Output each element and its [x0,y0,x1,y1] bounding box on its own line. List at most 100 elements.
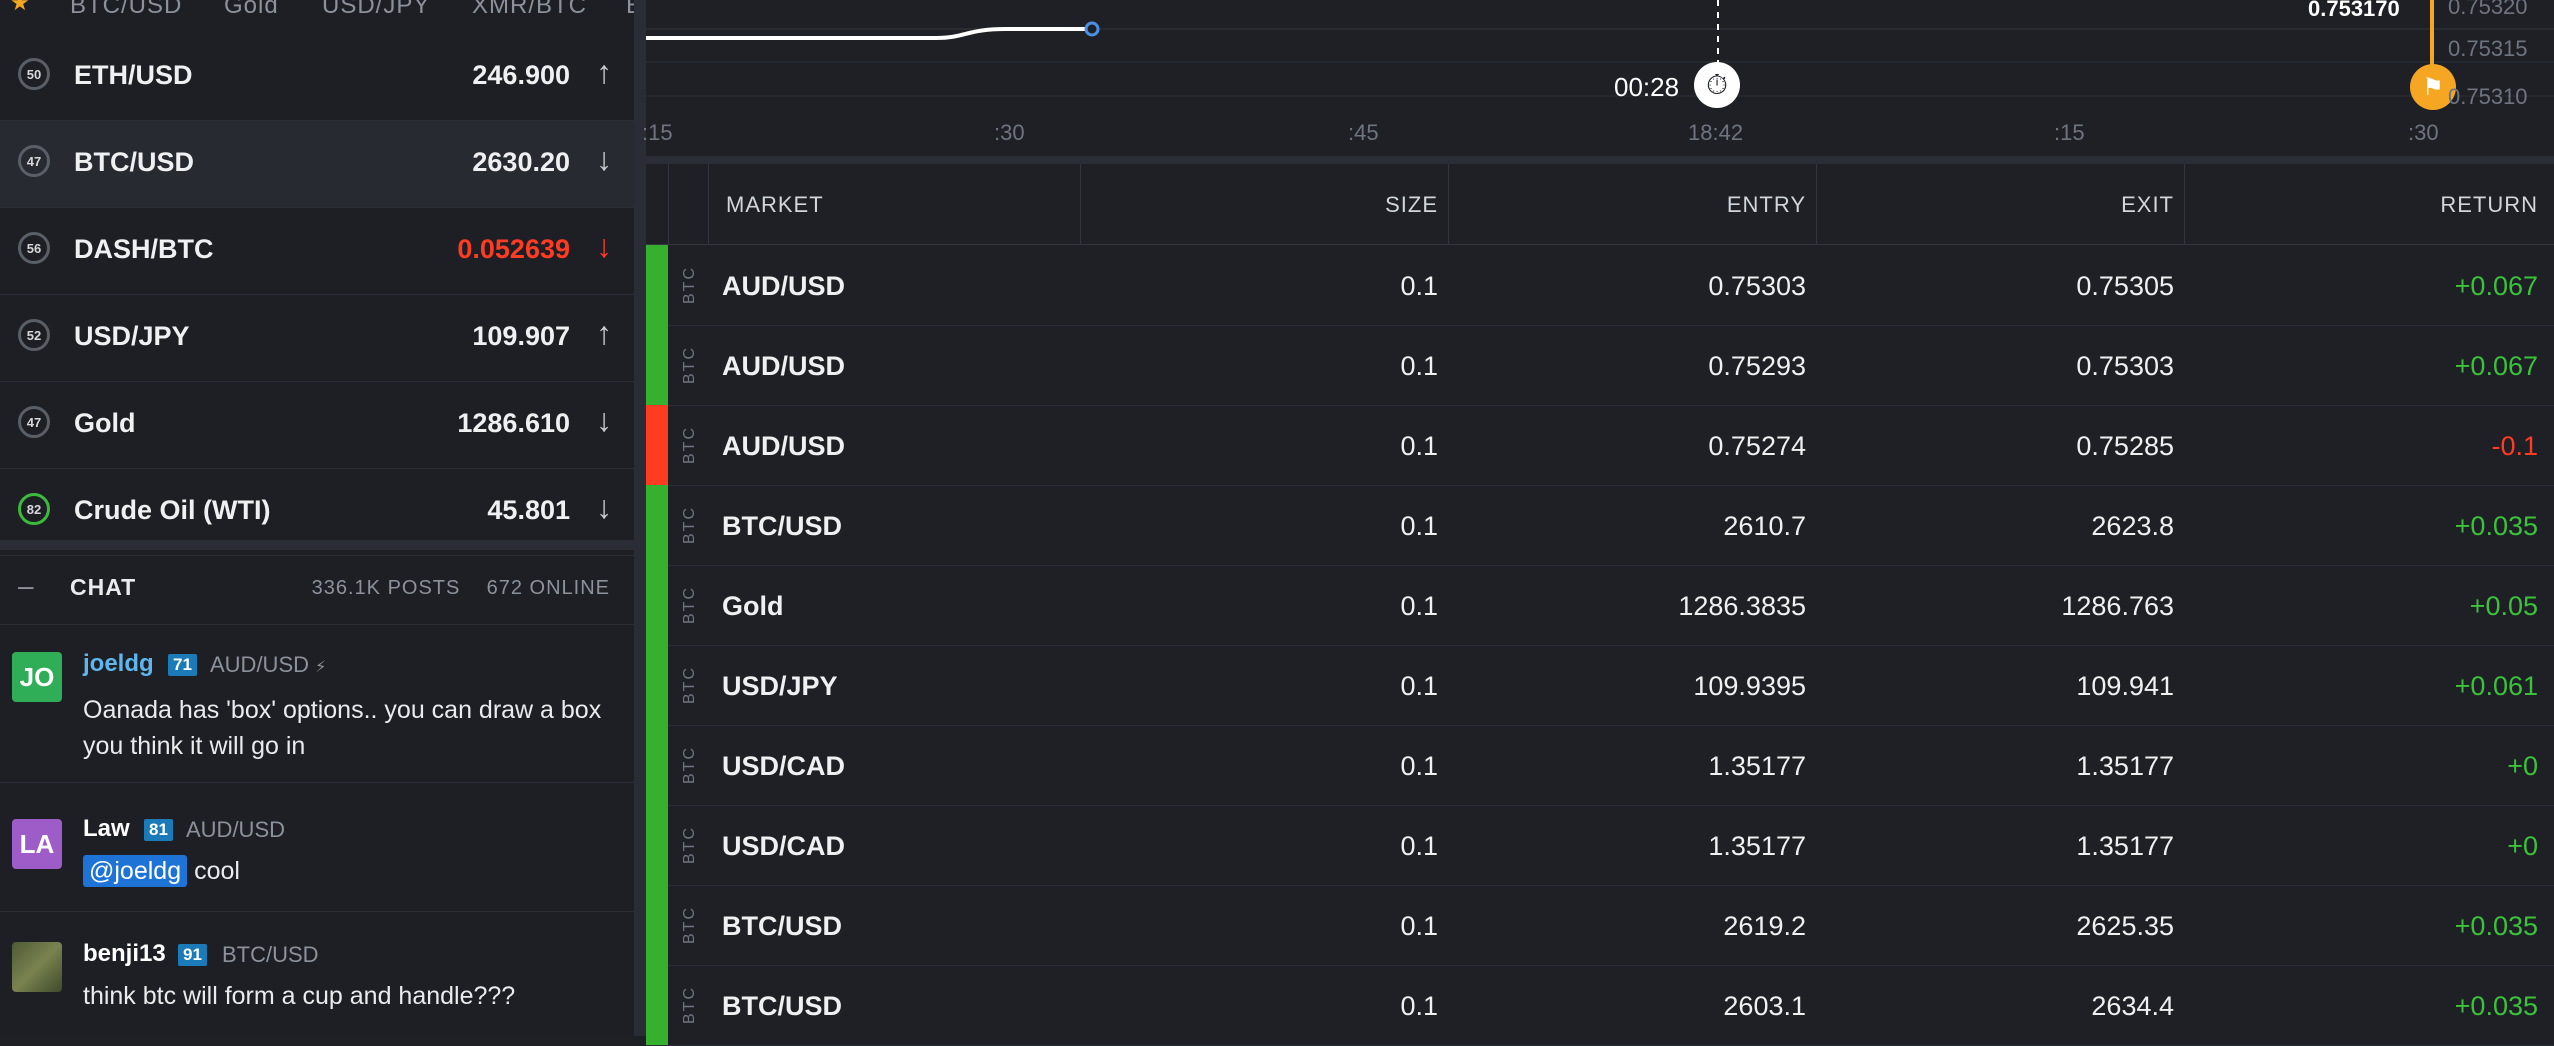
chat-username[interactable]: joeldg [83,650,154,678]
price-line [646,27,1092,40]
panel-divider[interactable] [634,0,646,1036]
cell-size: 0.1 [1400,431,1438,461]
avatar[interactable]: JO [12,652,62,702]
price-chart[interactable]: ⏱ 00:28 ⚑ 0.753170 0.75320 0.75315 0.753… [642,0,2554,156]
chat-message: benji13 91 BTC/USD think btc will form a… [0,912,634,1036]
market-tab[interactable]: E [626,0,634,20]
table-row[interactable]: BTC AUD/USD 0.1 0.75303 0.75305 +0.067 [646,245,2554,326]
cell-entry: 0.75303 [1708,271,1806,301]
cell-return: +0.05 [2469,591,2538,621]
market-name: USD/JPY [74,321,190,351]
table-row[interactable]: BTC USD/CAD 0.1 1.35177 1.35177 +0 [646,725,2554,806]
market-name: Crude Oil (WTI) [74,495,271,525]
column-header-entry[interactable]: ENTRY [1727,192,1806,218]
arrow-down-icon: ↓ [596,228,612,264]
cell-exit: 109.941 [2076,671,2174,701]
column-header-exit[interactable]: EXIT [2121,192,2174,218]
table-row[interactable]: BTC BTC/USD 0.1 2610.7 2623.8 +0.035 [646,485,2554,566]
cell-size: 0.1 [1400,351,1438,381]
market-row[interactable]: 50 ETH/USD 246.900 ↑ [0,34,634,121]
currency-label: BTC [681,826,698,864]
cell-return: +0.061 [2454,671,2538,701]
star-icon[interactable]: ★ [10,0,30,16]
market-row[interactable]: 56 DASH/BTC 0.052639 ↓ [0,208,634,295]
cell-market: USD/CAD [722,751,846,781]
trade-status-strip [646,245,668,325]
mention-tag[interactable]: @joeldg [83,855,188,887]
trade-history-table: MARKET SIZE ENTRY EXIT RETURN BTC AUD/USD… [646,164,2554,1046]
collapse-chat-button[interactable]: – [18,570,34,602]
avatar[interactable]: LA [12,819,62,869]
cell-market: Gold [722,591,784,621]
cell-size: 0.1 [1400,591,1438,621]
table-row[interactable]: BTC BTC/USD 0.1 2603.1 2634.4 +0.035 [646,965,2554,1046]
cell-return: +0.035 [2454,991,2538,1021]
table-row[interactable]: BTC USD/CAD 0.1 1.35177 1.35177 +0 [646,805,2554,886]
cell-market: BTC/USD [722,911,842,941]
column-header-market[interactable]: MARKET [726,192,824,218]
table-row[interactable]: BTC AUD/USD 0.1 0.75293 0.75303 +0.067 [646,325,2554,406]
trade-status-strip [646,645,668,725]
market-tab[interactable]: BTC/USD [70,0,182,20]
y-axis-tick: 0.75320 [2448,0,2528,19]
chat-message: LA Law 81 AUD/USD @joeldg cool [0,783,634,912]
trade-status-strip [646,565,668,645]
cell-exit: 0.75303 [2076,351,2174,381]
x-axis-tick: :30 [2408,120,2439,145]
divider[interactable] [646,156,2554,164]
chat-username[interactable]: benji13 [83,940,166,968]
market-tab-strip: ★ BTC/USD Gold USD/JPY XMR/BTC E [0,0,634,34]
market-price: 1286.610 [457,408,570,438]
cell-exit: 2634.4 [2091,991,2174,1021]
current-price-dot [1084,21,1100,37]
timer-countdown: 00:28 [1614,72,1680,102]
currency-label: BTC [681,266,698,304]
market-row[interactable]: 47 Gold 1286.610 ↓ [0,382,634,469]
column-header-return[interactable]: RETURN [2440,192,2538,218]
market-name: DASH/BTC [74,234,214,264]
lightning-icon: ⚡ [315,659,327,676]
currency-label: BTC [681,506,698,544]
currency-label: BTC [681,986,698,1024]
currency-label: BTC [681,586,698,624]
x-axis-tick: :45 [1348,120,1379,145]
x-axis-tick: :15 [642,120,673,145]
trade-status-strip [646,965,668,1045]
market-row[interactable]: 52 USD/JPY 109.907 ↑ [0,295,634,382]
table-row[interactable]: BTC USD/JPY 0.1 109.9395 109.941 +0.061 [646,645,2554,726]
cell-entry: 0.75274 [1708,431,1806,461]
cell-size: 0.1 [1400,671,1438,701]
market-level-ring: 47 [18,145,50,177]
currency-label: BTC [681,906,698,944]
cell-size: 0.1 [1400,511,1438,541]
market-tab[interactable]: Gold [224,0,279,20]
cell-exit: 0.75305 [2076,271,2174,301]
column-header-size[interactable]: SIZE [1385,192,1438,218]
cell-market: BTC/USD [722,511,842,541]
market-tab[interactable]: USD/JPY [322,0,430,20]
table-row[interactable]: BTC Gold 0.1 1286.3835 1286.763 +0.05 [646,565,2554,646]
arrow-up-icon: ↑ [596,54,612,90]
cell-return: +0.067 [2454,351,2538,381]
currency-label: BTC [681,666,698,704]
market-list: 50 ETH/USD 246.900 ↑ 47 BTC/USD 2630.20 ↓ 56 DASH… [0,34,634,556]
market-price: 109.907 [472,321,570,351]
chat-online-count: 672 ONLINE [486,577,610,599]
market-row[interactable]: 47 BTC/USD 2630.20 ↓ [0,121,634,208]
avatar[interactable] [12,942,62,992]
market-level-ring: 56 [18,232,50,264]
market-level-ring: 52 [18,319,50,351]
cell-exit: 0.75285 [2076,431,2174,461]
market-name: BTC/USD [74,147,194,177]
user-level-badge: 71 [168,654,197,676]
market-tab[interactable]: XMR/BTC [472,0,587,20]
cell-entry: 2603.1 [1723,991,1806,1021]
table-row[interactable]: BTC AUD/USD 0.1 0.75274 0.75285 -0.1 [646,405,2554,486]
arrow-up-icon: ↑ [596,315,612,351]
left-panel: ★ BTC/USD Gold USD/JPY XMR/BTC E 50 ETH/U… [0,0,634,1036]
chat-username[interactable]: Law [83,815,130,843]
table-row[interactable]: BTC BTC/USD 0.1 2619.2 2625.35 +0.035 [646,885,2554,966]
cell-market: USD/JPY [722,671,838,701]
user-level-badge: 91 [178,944,207,966]
chat-title: CHAT [70,574,137,600]
